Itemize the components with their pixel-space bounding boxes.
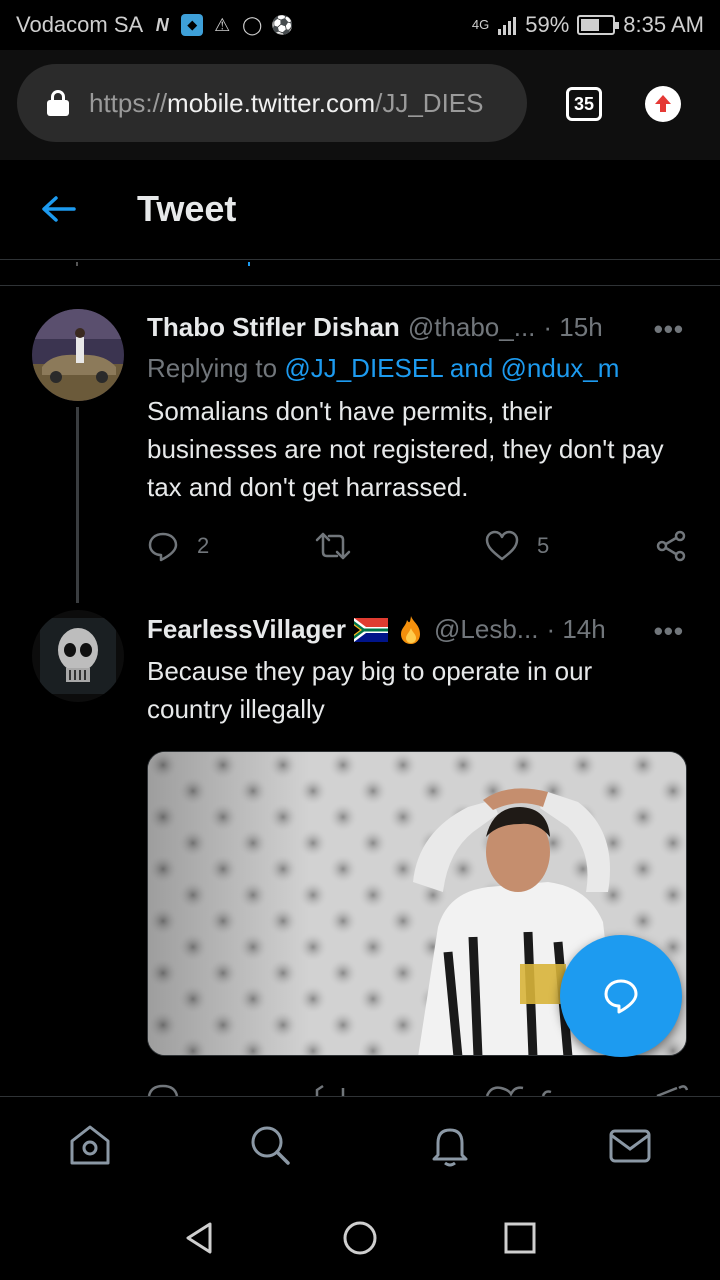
reply-button[interactable]: 2 [147, 530, 209, 562]
lock-icon [47, 90, 69, 116]
tweet-actions: 2 5 [147, 530, 692, 566]
tweet-time[interactable]: · 14h [546, 614, 605, 645]
retweet-icon [315, 532, 351, 560]
divider [0, 285, 720, 286]
notifications-icon[interactable] [426, 1121, 474, 1169]
heart-icon [485, 530, 519, 561]
fire-icon [401, 616, 420, 644]
tab-switcher-button[interactable]: 35 [566, 87, 602, 121]
carrier-label: Vodacom SA [16, 12, 144, 37]
reply-count: 2 [197, 533, 210, 558]
network-type-label: 4G [471, 17, 490, 32]
tweet-text: Because they pay big to operate in our c… [147, 656, 593, 724]
soccer-ball-icon: ⚽ [270, 14, 294, 35]
clock: 8:35 AM [623, 12, 704, 37]
bottom-navigation [0, 1096, 720, 1190]
thread-line [76, 407, 79, 603]
like-count: 5 [537, 533, 550, 558]
nfc-icon: N [155, 14, 169, 35]
tweet-header: FearlessVillager @Lesb... · 14h [147, 614, 606, 646]
author-handle[interactable]: @Lesb... [434, 614, 538, 645]
author-name[interactable]: Thabo Stifler Dishan [147, 312, 400, 343]
more-icon[interactable]: ••• [654, 616, 684, 647]
thread-connector [76, 262, 78, 266]
more-icon[interactable]: ••• [654, 314, 684, 345]
battery-icon [577, 15, 620, 35]
whatsapp-icon: ◯ [242, 14, 263, 35]
url-text[interactable]: https://mobile.twitter.com/JJ_DIES [89, 88, 509, 119]
arrow-up-icon [655, 95, 671, 112]
home-icon[interactable] [66, 1121, 114, 1169]
avatar[interactable] [32, 309, 124, 401]
battery-percent: 59% [525, 12, 570, 37]
messages-icon[interactable] [606, 1121, 654, 1169]
retweet-button[interactable] [315, 530, 351, 562]
browser-toolbar: https://mobile.twitter.com/JJ_DIES 35 [0, 50, 720, 160]
avatar[interactable] [32, 610, 124, 702]
thread-connector-accent [248, 262, 250, 266]
tweet-header: Thabo Stifler Dishan @thabo_... · 15h [147, 312, 603, 343]
share-button[interactable] [655, 530, 687, 562]
search-icon[interactable] [246, 1121, 294, 1169]
page-header: Tweet [0, 160, 720, 260]
page-title: Tweet [137, 188, 237, 229]
mention-link[interactable]: @JJ_DIESEL and @ndux_m [284, 353, 619, 383]
south-africa-flag-icon [354, 618, 388, 642]
like-button[interactable]: 5 [485, 530, 549, 562]
author-name[interactable]: FearlessVillager [147, 614, 346, 645]
signal-icon [498, 17, 517, 35]
recents-square-icon[interactable] [500, 1218, 540, 1258]
arrow-left-icon[interactable] [40, 194, 76, 224]
shield-icon: ◆ [181, 14, 204, 36]
update-button[interactable] [645, 86, 681, 122]
tweet-time[interactable]: · 15h [543, 312, 602, 343]
home-circle-icon[interactable] [340, 1218, 380, 1258]
share-icon [656, 530, 686, 562]
replying-to: Replying to @JJ_DIESEL and @ndux_m [147, 353, 620, 383]
back-triangle-icon[interactable] [180, 1218, 220, 1258]
address-bar[interactable]: https://mobile.twitter.com/JJ_DIES [17, 64, 527, 142]
status-bar: Vodacom SA N ◆ ⚠ ◯ ⚽ 4G 59% 8:35 AM [0, 0, 720, 50]
compose-reply-button[interactable] [560, 935, 682, 1057]
system-navigation [0, 1190, 720, 1280]
author-handle[interactable]: @thabo_... [408, 312, 536, 343]
warning-icon: ⚠ [214, 14, 231, 35]
tweet-text: Somalians don't have permits, their busi… [147, 396, 664, 502]
reply-icon [148, 532, 178, 562]
tweet-actions-partial [147, 1080, 692, 1096]
compose-icon [604, 979, 638, 1014]
